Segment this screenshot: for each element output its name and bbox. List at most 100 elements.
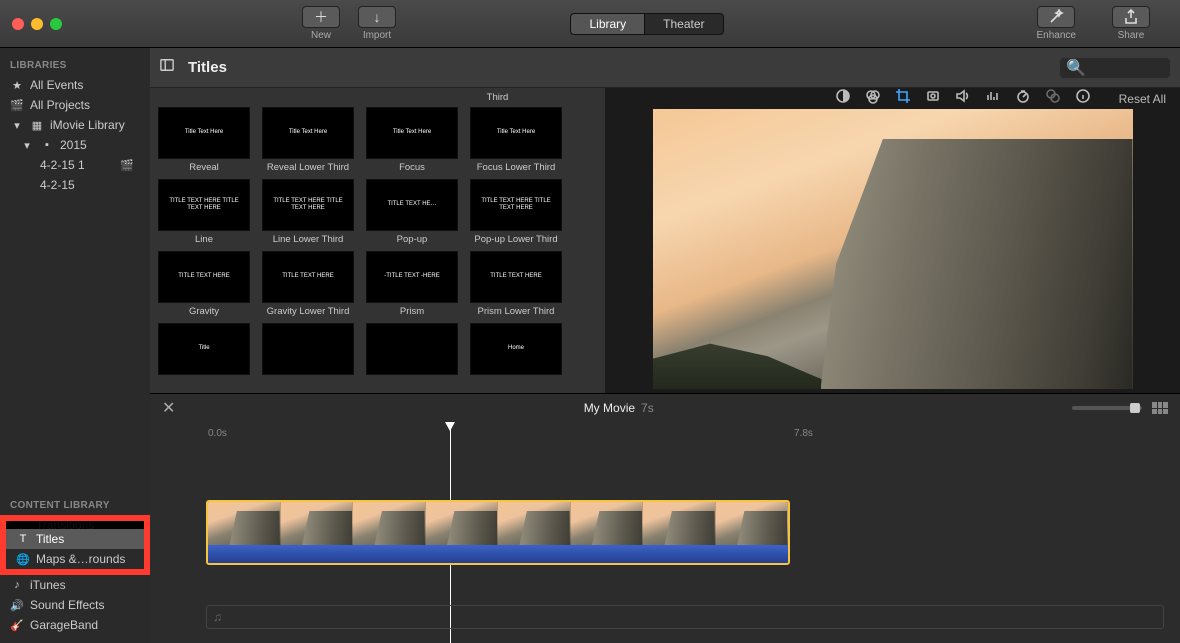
background-music-well[interactable]: ♫ (206, 605, 1164, 629)
title-preset[interactable]: TITLE TEXT HERE TITLE TEXT HERE Pop-up Lo… (470, 179, 562, 245)
preview-viewport[interactable] (653, 109, 1133, 389)
title-preset[interactable]: TITLE TEXT HERE TITLE TEXT HERE Line Lowe… (262, 179, 354, 245)
title-preset[interactable]: -TITLE TEXT -HEREPrism (366, 251, 458, 317)
color-balance-icon[interactable] (835, 88, 851, 109)
close-window[interactable] (12, 18, 24, 30)
title-preset[interactable]: Title Text HereFocus Lower Third (470, 107, 562, 173)
timeline-track-area[interactable]: 0.0s 7.8s ♫ (150, 422, 1180, 643)
close-icon[interactable]: ✕ (162, 398, 175, 418)
title-thumb: TITLE TEXT HE… (366, 179, 458, 231)
window-controls (12, 18, 62, 30)
title-label: Line (195, 234, 213, 245)
equalizer-icon[interactable] (985, 88, 1001, 109)
tutorial-highlight: Transitions TTitles 🌐Maps &…rounds (0, 515, 150, 575)
title-preset[interactable]: Title Text HereReveal Lower Third (262, 107, 354, 173)
sound-effects-item[interactable]: 🔊Sound Effects (0, 595, 150, 615)
project-duration: 7s (641, 401, 654, 415)
title-preset[interactable] (366, 323, 458, 378)
star-icon: ★ (10, 79, 24, 92)
import-button[interactable]: ↓ Import (358, 6, 396, 41)
titles-item[interactable]: TTitles (6, 529, 144, 549)
library-tab[interactable]: Library (570, 13, 644, 35)
share-button[interactable]: Share (1112, 6, 1150, 41)
year-folder[interactable]: ▾▪2015 (0, 135, 150, 155)
title-thumb: -TITLE TEXT -HERE (366, 251, 458, 303)
title-preset[interactable]: TITLE TEXT HERE TITLE TEXT HERELine (158, 179, 250, 245)
new-button[interactable]: ＋ New (302, 6, 340, 41)
camera-icon: 🎬 (120, 159, 134, 172)
title-thumb: TITLE TEXT HERE TITLE TEXT HERE (470, 179, 562, 231)
zoom-slider[interactable] (1072, 406, 1142, 410)
browser-bar: Titles 🔍 (150, 48, 1180, 88)
title-label: Reveal Lower Third (267, 162, 349, 173)
content-library-header: CONTENT LIBRARY (0, 496, 150, 515)
search-input[interactable]: 🔍 (1060, 58, 1170, 78)
title-thumb: Title Text Here (366, 107, 458, 159)
title-preset[interactable]: TITLE TEXT HEREGravity (158, 251, 250, 317)
preview-panel: Reset All (605, 88, 1180, 393)
crop-icon[interactable] (895, 88, 911, 109)
all-projects[interactable]: 🎬All Projects (0, 95, 150, 115)
garageband-item[interactable]: 🎸GarageBand (0, 615, 150, 635)
title-preset[interactable]: TITLE TEXT HEREPrism Lower Third (470, 251, 562, 317)
title-label: Pop-up Lower Third (474, 234, 557, 245)
title-label: Gravity (189, 306, 219, 317)
title-thumb: TITLE TEXT HERE (262, 251, 354, 303)
view-segment: Library Theater (570, 13, 723, 35)
title-label: Reveal (189, 162, 219, 173)
chevron-down-icon: ▾ (20, 139, 34, 152)
enhance-button[interactable]: Enhance (1037, 6, 1076, 41)
speed-icon[interactable] (1015, 88, 1031, 109)
title-preset[interactable]: TITLE TEXT HEREGravity Lower Third (262, 251, 354, 317)
filter-icon[interactable] (1045, 88, 1061, 109)
zoom-window[interactable] (50, 18, 62, 30)
minimize-window[interactable] (31, 18, 43, 30)
maps-item[interactable]: 🌐Maps &…rounds (6, 549, 144, 569)
itunes-item[interactable]: ♪iTunes (0, 575, 150, 595)
title-preset[interactable]: Title Text Here Reveal (158, 107, 250, 173)
title-preset[interactable] (262, 323, 354, 378)
plus-icon: ＋ (302, 6, 340, 28)
stabilize-icon[interactable] (925, 88, 941, 109)
titles-browser: Third Title Text HereRevealTitle Text He… (150, 88, 605, 393)
adjust-toolbar: Reset All (605, 88, 1180, 109)
title-thumb: TITLE TEXT HERE (470, 251, 562, 303)
title-label: Focus (399, 162, 425, 173)
music-icon: ♪ (10, 579, 24, 591)
guitar-icon: 🎸 (10, 619, 24, 632)
music-icon: ♫ (213, 610, 222, 624)
title-thumb: Title Text Here (158, 107, 250, 159)
theater-tab[interactable]: Theater (644, 13, 723, 35)
transitions-item[interactable]: Transitions (6, 521, 144, 529)
title-label: Pop-up (397, 234, 428, 245)
reset-all-button[interactable]: Reset All (1119, 92, 1166, 106)
title-thumb: Title (158, 323, 250, 375)
clip-size-icon[interactable] (1152, 402, 1168, 414)
event-1[interactable]: 4-2-15 1🎬 (0, 155, 150, 175)
sidebar-toggle-icon[interactable] (160, 58, 174, 77)
volume-icon[interactable] (955, 88, 971, 109)
title-preset[interactable]: TITLE TEXT HE… Pop-up (366, 179, 458, 245)
title-thumb (262, 323, 354, 375)
library-icon: ▦ (30, 119, 44, 132)
event-2[interactable]: 4-2-15 (0, 175, 150, 195)
title-thumb (366, 323, 458, 375)
video-clip[interactable] (206, 500, 790, 565)
time-ruler[interactable]: 0.0s 7.8s (204, 428, 1180, 442)
imovie-library[interactable]: ▾▦iMovie Library (0, 115, 150, 135)
title-preset[interactable]: Title Text Here Focus (366, 107, 458, 173)
title-preset[interactable]: Title (158, 323, 250, 378)
download-icon: ↓ (358, 6, 396, 28)
share-icon (1112, 6, 1150, 28)
sidebar: LIBRARIES ★All Events 🎬All Projects ▾▦iM… (0, 48, 150, 643)
speaker-icon: 🔊 (10, 599, 24, 612)
color-correct-icon[interactable] (865, 88, 881, 109)
search-icon: 🔍 (1066, 58, 1086, 78)
partial-label: Third (398, 92, 597, 103)
browser-title: Titles (188, 59, 227, 76)
title-label: Line Lower Third (273, 234, 344, 245)
all-events[interactable]: ★All Events (0, 75, 150, 95)
title-thumb: TITLE TEXT HERE TITLE TEXT HERE (262, 179, 354, 231)
info-icon[interactable] (1075, 88, 1091, 109)
title-preset[interactable]: Home (470, 323, 562, 378)
